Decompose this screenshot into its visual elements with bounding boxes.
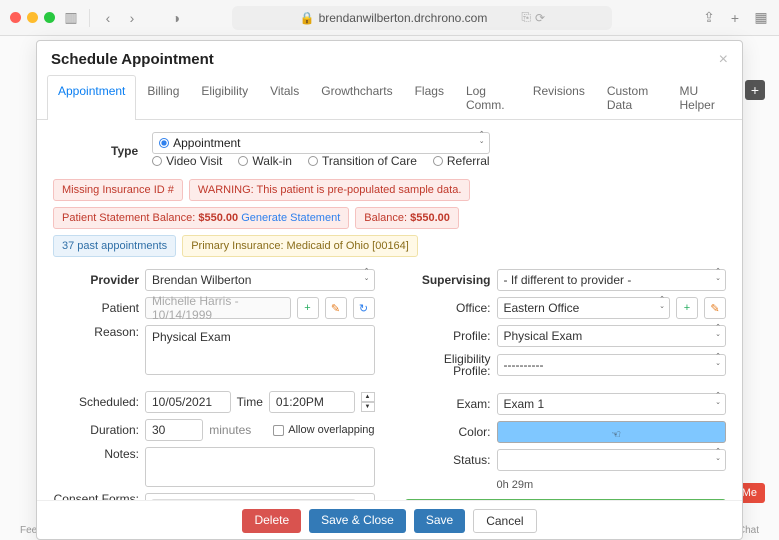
patient-label: Patient (53, 301, 139, 315)
notes-textarea[interactable] (145, 447, 375, 487)
provider-label: Provider (53, 273, 139, 287)
tab-custom-data[interactable]: Custom Data (596, 75, 669, 120)
reload-icon[interactable]: ⟳ (535, 11, 545, 25)
alert-balance: Balance: $550.00 (355, 207, 459, 229)
tab-eligibility[interactable]: Eligibility (190, 75, 259, 120)
tabs-icon[interactable]: ▦ (753, 10, 769, 26)
notes-label: Notes: (53, 447, 139, 461)
color-select[interactable]: ☜ (497, 421, 727, 443)
duration-unit: minutes (209, 423, 251, 437)
refresh-patient-icon[interactable]: ↻ (353, 297, 375, 319)
tab-log-comm-[interactable]: Log Comm. (455, 75, 522, 120)
modal-tabs: AppointmentBillingEligibilityVitalsGrowt… (37, 75, 742, 120)
alert-missing-ins[interactable]: Missing Insurance ID # (53, 179, 183, 201)
add-button[interactable]: + (745, 80, 765, 100)
consent-label: Consent Forms: (53, 493, 139, 500)
generate-statement-link[interactable]: Generate Statement (241, 212, 340, 224)
modal-footer: Delete Save & Close Save Cancel (37, 500, 742, 539)
close-window[interactable] (10, 12, 21, 23)
tab-mu-helper[interactable]: MU Helper (669, 75, 733, 120)
tab-growthcharts[interactable]: Growthcharts (310, 75, 403, 120)
allow-overlap-checkbox[interactable]: Allow overlapping (273, 424, 374, 436)
save-close-button[interactable]: Save & Close (309, 509, 406, 533)
save-button[interactable]: Save (414, 509, 465, 533)
new-tab-icon[interactable]: + (727, 10, 743, 26)
window-controls (10, 12, 55, 23)
cancel-button[interactable]: Cancel (473, 509, 536, 533)
type-walk-in[interactable]: Walk-in (238, 154, 292, 168)
tab-billing[interactable]: Billing (136, 75, 190, 120)
time-label: Time (237, 395, 263, 409)
reason-textarea[interactable]: Physical Exam (145, 325, 375, 375)
tab-appointment[interactable]: Appointment (47, 75, 136, 120)
share-icon[interactable]: ⇪ (701, 10, 717, 26)
shield-icon[interactable]: ◑ (168, 10, 184, 26)
add-office-icon[interactable]: + (676, 297, 698, 319)
add-patient-icon[interactable]: + (297, 297, 319, 319)
duration-input[interactable]: 30 (145, 419, 203, 441)
url-text: brendanwilberton.drchrono.com (319, 11, 488, 25)
reason-label: Reason: (53, 325, 139, 339)
alert-warning: WARNING: This patient is pre-populated s… (189, 179, 471, 201)
office-select[interactable]: Eastern Office (497, 297, 671, 319)
tab-revisions[interactable]: Revisions (522, 75, 596, 120)
modal-title: Schedule Appointment (51, 51, 214, 69)
color-label: Color: (405, 425, 491, 439)
alert-stmt: Patient Statement Balance: $550.00 Gener… (53, 207, 349, 229)
lock-icon: 🔒 (300, 11, 315, 25)
elig-select[interactable]: ---------- (497, 354, 727, 376)
scheduled-label: Scheduled: (53, 395, 139, 409)
provider-select[interactable]: Brendan Wilberton (145, 269, 375, 291)
exam-select[interactable]: Exam 1 (497, 393, 727, 415)
office-label: Office: (405, 301, 491, 315)
tab-flags[interactable]: Flags (404, 75, 455, 120)
time-stepper[interactable]: ▲▼ (361, 392, 375, 412)
elig-label: Eligibility Profile: (405, 353, 491, 377)
time-input[interactable]: 01:20PM (269, 391, 355, 413)
browser-chrome: ▥ ‹ › ◑ 🔒 brendanwilberton.drchrono.com … (0, 0, 779, 36)
type-row: Type AppointmentVideo Visit Walk-in Transi… (53, 132, 726, 169)
edit-patient-icon[interactable]: ✎ (325, 297, 347, 319)
tab-vitals[interactable]: Vitals (259, 75, 310, 120)
schedule-modal: Schedule Appointment × AppointmentBillin… (36, 40, 743, 540)
type-label: Type (111, 144, 138, 158)
status-select[interactable] (497, 449, 727, 471)
type-transition-of-care[interactable]: Transition of Care (308, 154, 417, 168)
status-label: Status: (405, 453, 491, 467)
delete-button[interactable]: Delete (242, 509, 301, 533)
back-icon[interactable]: ‹ (100, 10, 116, 26)
exam-label: Exam: (405, 397, 491, 411)
min-window[interactable] (27, 12, 38, 23)
patient-input[interactable]: Michelle Harris - 10/14/1999 (145, 297, 291, 319)
reader-icon[interactable]: ⎘ (521, 10, 531, 25)
profile-label: Profile: (405, 329, 491, 343)
duration-label: Duration: (53, 423, 139, 437)
edit-office-icon[interactable]: ✎ (704, 297, 726, 319)
supervising-label: Supervising (405, 273, 491, 287)
cursor-icon: ☜ (611, 428, 621, 441)
consent-forms[interactable]: × HIPAA Data Use Agreement (default) × N… (145, 493, 375, 500)
url-bar[interactable]: 🔒 brendanwilberton.drchrono.com ⎘ ⟳ (232, 6, 612, 30)
date-input[interactable]: 10/05/2021 (145, 391, 231, 413)
past-appts-link[interactable]: 37 past appointments (53, 235, 176, 257)
forward-icon[interactable]: › (124, 10, 140, 26)
profile-select[interactable]: Physical Exam (497, 325, 727, 347)
elapsed-text: 0h 29m (497, 479, 534, 491)
sidebar-icon[interactable]: ▥ (63, 10, 79, 26)
type-referral[interactable]: Referral (433, 154, 490, 168)
close-icon[interactable]: × (719, 51, 728, 69)
max-window[interactable] (44, 12, 55, 23)
type-video-visit[interactable]: Video Visit (152, 154, 222, 168)
primary-ins: Primary Insurance: Medicaid of Ohio [001… (182, 235, 418, 257)
type-appointment[interactable]: Appointment (152, 132, 489, 154)
supervising-select[interactable]: - If different to provider - (497, 269, 727, 291)
